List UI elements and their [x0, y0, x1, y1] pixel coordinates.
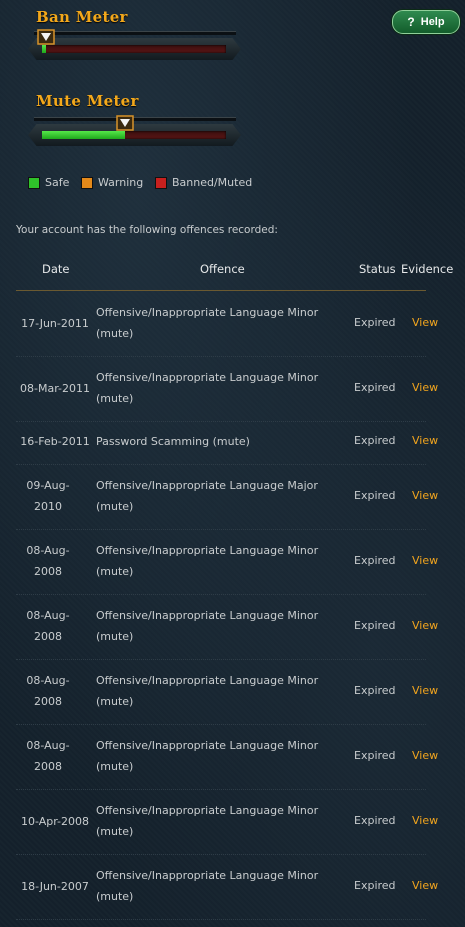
row-offence: Offensive/Inappropriate Language Minor (… — [96, 609, 319, 643]
table-row: 08-Aug-2008 Offensive/Inappropriate Langu… — [16, 659, 438, 725]
meter-marker-icon — [116, 115, 134, 131]
meter-rail — [34, 31, 236, 35]
row-date: 10-Apr-2008 — [20, 815, 89, 828]
table-row: 18-Jun-2007 Offensive/Inappropriate Langu… — [16, 854, 438, 920]
row-date: 08-Aug-2008 — [26, 544, 70, 578]
view-evidence-link[interactable]: View — [412, 316, 438, 329]
view-evidence-link[interactable]: View — [412, 619, 438, 632]
mute-meter-title: Mute Meter — [36, 92, 139, 110]
view-evidence-link[interactable]: View — [412, 489, 438, 502]
table-row: 08-Aug-2008 Offensive/Inappropriate Langu… — [16, 724, 438, 790]
row-offence: Offensive/Inappropriate Language Minor (… — [96, 544, 319, 578]
row-status: Expired — [354, 434, 396, 447]
table-row: 08-Aug-2008 Offensive/Inappropriate Langu… — [16, 529, 438, 595]
legend-label: Warning — [98, 176, 144, 189]
row-date: 08-Aug-2008 — [26, 609, 70, 643]
legend-swatch-safe — [28, 176, 40, 189]
table-row: 16-Feb-2011 Password Scamming (mute) Expir… — [16, 421, 438, 465]
row-offence: Offensive/Inappropriate Language Minor (… — [96, 306, 319, 340]
row-offence: Offensive/Inappropriate Language Minor (… — [96, 674, 319, 708]
offences-intro-text: Your account has the following offences … — [16, 224, 278, 236]
row-offence: Password Scamming (mute) — [96, 435, 250, 448]
view-evidence-link[interactable]: View — [412, 749, 438, 762]
row-status: Expired — [354, 879, 396, 892]
view-evidence-link[interactable]: View — [412, 381, 438, 394]
row-status: Expired — [354, 619, 396, 632]
legend-item-safe: Safe — [28, 176, 69, 189]
meter-fill — [42, 131, 125, 139]
row-offence: Offensive/Inappropriate Language Minor (… — [96, 739, 319, 773]
header-status: Status — [359, 262, 396, 276]
meter-rail — [34, 117, 236, 121]
help-button-label: Help — [420, 16, 445, 28]
question-icon: ? — [407, 15, 415, 29]
header-evidence: Evidence — [401, 262, 454, 276]
row-status: Expired — [354, 814, 396, 827]
row-date: 08-Mar-2011 — [20, 382, 90, 395]
row-offence: Offensive/Inappropriate Language Minor (… — [96, 869, 319, 903]
legend-item-warning: Warning — [81, 176, 143, 189]
meter-marker-icon — [36, 29, 55, 45]
row-status: Expired — [354, 489, 396, 502]
row-offence: Offensive/Inappropriate Language Major (… — [96, 479, 318, 513]
row-date: 17-Jun-2011 — [21, 317, 89, 330]
row-status: Expired — [354, 749, 396, 762]
legend-swatch-warning — [81, 176, 93, 189]
ban-meter-title: Ban Meter — [36, 8, 128, 26]
view-evidence-link[interactable]: View — [412, 879, 438, 892]
row-status: Expired — [354, 684, 396, 697]
row-date: 09-Aug-2010 — [26, 479, 70, 513]
header-date: Date — [42, 262, 70, 276]
row-status: Expired — [354, 316, 396, 329]
meter-bar — [42, 45, 226, 53]
table-row: 09-Aug-2010 Offensive/Inappropriate Langu… — [16, 464, 438, 530]
view-evidence-link[interactable]: View — [412, 684, 438, 697]
legend-item-banned: Banned/Muted — [155, 176, 252, 189]
table-row: 08-Mar-2011 Offensive/Inappropriate Langu… — [16, 356, 438, 422]
ban-meter — [28, 29, 241, 66]
row-offence: Offensive/Inappropriate Language Minor (… — [96, 804, 319, 838]
legend-label: Safe — [45, 176, 70, 189]
row-status: Expired — [354, 554, 396, 567]
header-offence: Offence — [200, 262, 245, 276]
view-evidence-link[interactable]: View — [412, 434, 438, 447]
table-row: 08-Aug-2008 Offensive/Inappropriate Langu… — [16, 594, 438, 660]
table-row: 17-Jun-2011 Offensive/Inappropriate Langu… — [16, 291, 438, 357]
row-date: 08-Aug-2008 — [26, 674, 70, 708]
meter-bar — [42, 131, 226, 139]
row-date: 16-Feb-2011 — [20, 435, 90, 448]
mute-meter — [28, 115, 241, 152]
row-status: Expired — [354, 381, 396, 394]
table-row: 10-Apr-2008 Offensive/Inappropriate Langu… — [16, 789, 438, 855]
help-button[interactable]: ? Help — [392, 10, 460, 34]
view-evidence-link[interactable]: View — [412, 554, 438, 567]
row-date: 18-Jun-2007 — [21, 880, 89, 893]
legend-label: Banned/Muted — [172, 176, 253, 189]
row-offence: Offensive/Inappropriate Language Minor (… — [96, 371, 319, 405]
legend-swatch-banned — [155, 176, 167, 189]
row-date: 08-Aug-2008 — [26, 739, 70, 773]
view-evidence-link[interactable]: View — [412, 814, 438, 827]
